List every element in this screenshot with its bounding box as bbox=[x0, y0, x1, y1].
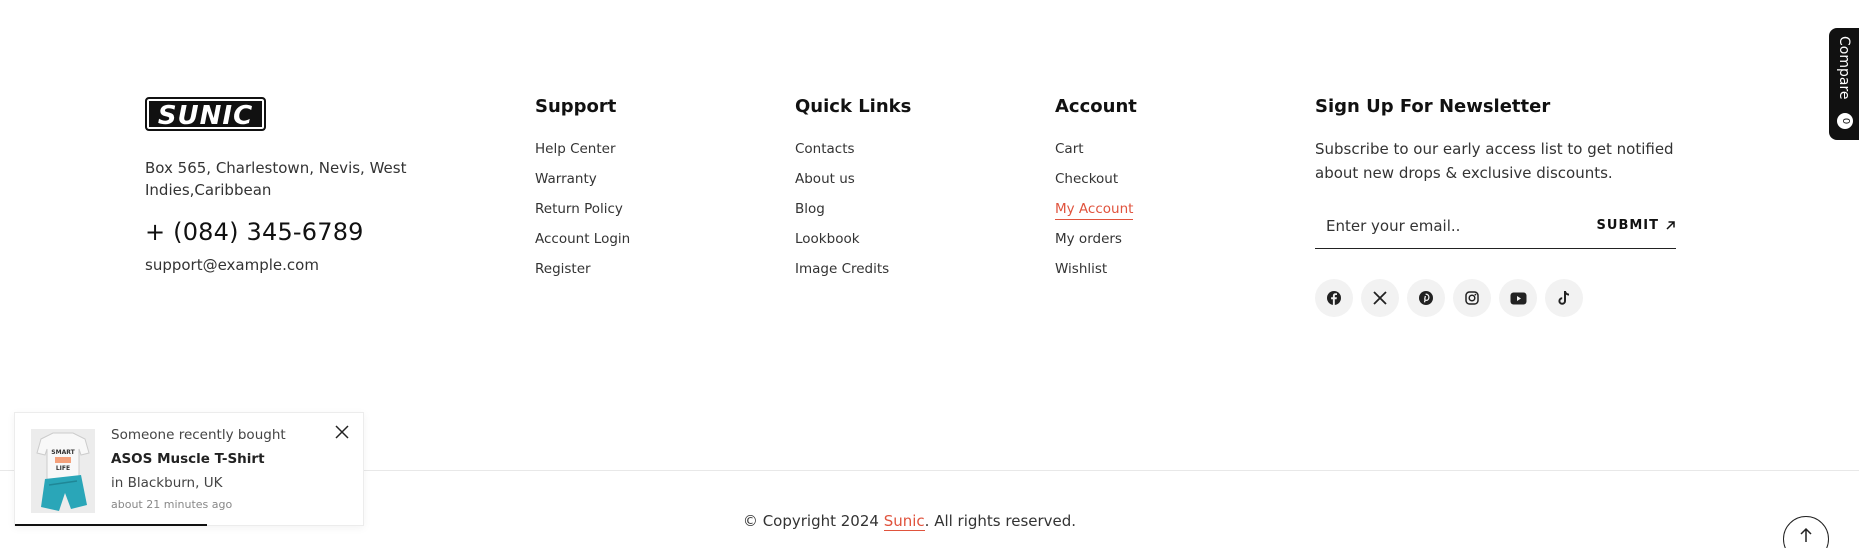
address: Box 565, Charlestown, Nevis, West Indies… bbox=[145, 159, 407, 199]
compare-label: Compare bbox=[1836, 36, 1852, 100]
support-title: Support bbox=[535, 96, 617, 117]
newsletter-form: SUBMIT bbox=[1315, 203, 1676, 249]
account-link-checkout[interactable]: Checkout bbox=[1055, 169, 1137, 199]
support-link-account-login[interactable]: Account Login bbox=[535, 229, 630, 259]
account-title: Account bbox=[1055, 96, 1137, 117]
quick-link-image-credits[interactable]: Image Credits bbox=[795, 259, 911, 289]
product-name[interactable]: ASOS Muscle T-Shirt bbox=[111, 451, 265, 467]
newsletter-email-input[interactable] bbox=[1326, 216, 1556, 235]
recent-purchase-popup: SMART LIFE Someone recently bought ASOS … bbox=[14, 412, 364, 526]
popup-message: Someone recently bought ASOS Muscle T-Sh… bbox=[111, 427, 286, 491]
svg-text:LIFE: LIFE bbox=[56, 465, 70, 472]
quick-links-title: Quick Links bbox=[795, 96, 912, 117]
product-thumbnail[interactable]: SMART LIFE bbox=[31, 429, 95, 513]
tiktok-icon[interactable] bbox=[1545, 279, 1583, 317]
account-column: Account Cart Checkout My Account My orde… bbox=[1055, 96, 1137, 289]
newsletter-title: Sign Up For Newsletter bbox=[1315, 96, 1551, 117]
account-link-my-orders[interactable]: My orders bbox=[1055, 229, 1137, 259]
arrow-up-icon bbox=[1800, 527, 1812, 542]
quick-link-blog[interactable]: Blog bbox=[795, 199, 911, 229]
support-column: Support Help Center Warranty Return Poli… bbox=[535, 96, 630, 289]
arrow-up-right-icon bbox=[1666, 221, 1675, 230]
social-links bbox=[1315, 279, 1677, 317]
submit-button[interactable]: SUBMIT bbox=[1597, 218, 1676, 233]
quick-links-column: Quick Links Contacts About us Blog Lookb… bbox=[795, 96, 911, 289]
purchase-location: in Blackburn, UK bbox=[111, 475, 223, 491]
submit-label: SUBMIT bbox=[1596, 218, 1659, 233]
facebook-icon[interactable] bbox=[1315, 279, 1353, 317]
youtube-icon[interactable] bbox=[1499, 279, 1537, 317]
support-link-help-center[interactable]: Help Center bbox=[535, 139, 630, 169]
close-icon[interactable] bbox=[333, 423, 351, 441]
account-link-cart[interactable]: Cart bbox=[1055, 139, 1137, 169]
logo[interactable]: SUNIC bbox=[145, 97, 266, 131]
support-email[interactable]: support@example.com bbox=[145, 256, 435, 274]
compare-tab[interactable]: Compare 0 bbox=[1829, 28, 1859, 140]
account-link-wishlist[interactable]: Wishlist bbox=[1055, 259, 1137, 289]
support-link-warranty[interactable]: Warranty bbox=[535, 169, 630, 199]
support-link-return-policy[interactable]: Return Policy bbox=[535, 199, 630, 229]
quick-link-about-us[interactable]: About us bbox=[795, 169, 911, 199]
brand-link[interactable]: Sunic bbox=[883, 512, 925, 531]
newsletter-description: Subscribe to our early access list to ge… bbox=[1315, 140, 1674, 182]
support-link-register[interactable]: Register bbox=[535, 259, 630, 289]
brand-column: SUNIC Box 565, Charlestown, Nevis, West … bbox=[145, 97, 435, 274]
purchase-time: about 21 minutes ago bbox=[111, 498, 233, 511]
scroll-to-top-button[interactable] bbox=[1783, 516, 1829, 548]
x-icon[interactable] bbox=[1361, 279, 1399, 317]
newsletter-section: Sign Up For Newsletter Subscribe to our … bbox=[1315, 96, 1677, 317]
compare-count-badge: 0 bbox=[1837, 113, 1853, 129]
quick-link-lookbook[interactable]: Lookbook bbox=[795, 229, 911, 259]
account-link-my-account[interactable]: My Account bbox=[1055, 199, 1137, 229]
phone-number[interactable]: + (084) 345-6789 bbox=[145, 218, 435, 246]
svg-text:SMART: SMART bbox=[51, 449, 75, 456]
quick-link-contacts[interactable]: Contacts bbox=[795, 139, 911, 169]
footer-top: SUNIC Box 565, Charlestown, Nevis, West … bbox=[0, 0, 1859, 470]
popup-progress-bar bbox=[15, 524, 207, 526]
pinterest-icon[interactable] bbox=[1407, 279, 1445, 317]
instagram-icon[interactable] bbox=[1453, 279, 1491, 317]
